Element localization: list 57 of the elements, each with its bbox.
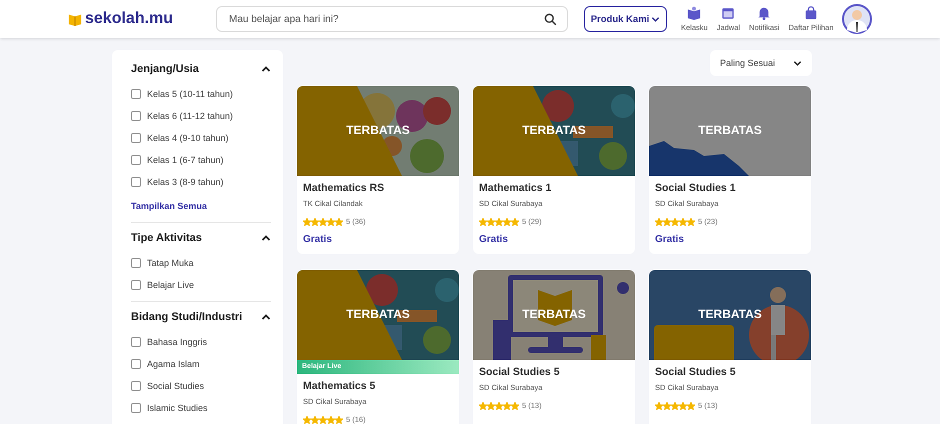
chevron-icon[interactable] <box>261 64 271 74</box>
sort-dropdown[interactable]: Paling Sesuai <box>710 50 812 76</box>
checkbox[interactable] <box>131 280 141 290</box>
option-label: Social Studies <box>147 381 204 391</box>
restricted-label: TERBATAS <box>521 307 587 321</box>
course-title: Social Studies 5 <box>479 366 561 378</box>
checkbox[interactable] <box>131 155 141 165</box>
chevron-down-icon <box>793 58 802 68</box>
option-label: Bahasa Inggris <box>147 337 208 347</box>
calendar-icon <box>721 6 736 20</box>
option-label: Kelas 4 (9-10 tahun) <box>147 133 229 143</box>
checkbox[interactable] <box>131 111 141 121</box>
option-label: Kelas 5 (10-11 tahun) <box>147 89 233 99</box>
option-label: Kelas 6 (11-12 tahun) <box>147 111 233 121</box>
option-label: Kelas 3 (8-9 tahun) <box>147 177 224 187</box>
option-label: Tatap Muka <box>147 258 194 268</box>
chevron-down-icon <box>651 14 660 24</box>
price: Gratis <box>655 234 685 245</box>
option-label: Kelas 1 (6-7 tahun) <box>147 155 224 165</box>
option-label: Islamic Studies <box>147 403 208 413</box>
checkbox[interactable] <box>131 381 141 391</box>
avatar-icon[interactable] <box>842 4 872 34</box>
filter-title: Bidang Studi/Industri <box>131 311 242 323</box>
product-menu-button[interactable]: Produk Kami <box>584 6 667 32</box>
filter-title: Jenjang/Usia <box>131 63 199 75</box>
checkbox[interactable] <box>131 133 141 143</box>
restricted-label: TERBATAS <box>345 307 411 321</box>
checkbox[interactable] <box>131 359 141 369</box>
checkbox[interactable] <box>131 258 141 268</box>
checkbox[interactable] <box>131 337 141 347</box>
price: Gratis <box>479 234 509 245</box>
option-label: Belajar Live <box>147 280 194 290</box>
show-all-link[interactable]: Tampilkan Semua <box>131 201 271 211</box>
bag-icon <box>804 6 818 20</box>
course-title: Mathematics RS <box>303 182 386 194</box>
course-title: Mathematics 1 <box>479 182 552 194</box>
search-icon[interactable] <box>544 12 557 26</box>
bell-icon <box>757 6 772 20</box>
chevron-icon[interactable] <box>261 233 271 243</box>
restricted-label: TERBATAS <box>697 123 763 137</box>
course-title: Social Studies 1 <box>655 182 737 194</box>
price: Gratis <box>303 234 333 245</box>
book-logo-icon <box>68 12 82 26</box>
restricted-label: TERBATAS <box>697 307 763 321</box>
checkbox[interactable] <box>131 177 141 187</box>
chevron-icon[interactable] <box>261 312 271 322</box>
logo-text[interactable]: sekolah.mu <box>85 10 174 28</box>
checkbox[interactable] <box>131 403 141 413</box>
course-title: Social Studies 5 <box>655 366 737 378</box>
course-title: Mathematics 5 <box>303 380 376 392</box>
book-icon <box>687 6 702 20</box>
search-field[interactable]: Mau belajar apa hari ini? <box>216 6 568 32</box>
restricted-label: TERBATAS <box>521 123 587 137</box>
restricted-label: TERBATAS <box>345 123 411 137</box>
checkbox[interactable] <box>131 89 141 99</box>
filter-title: Tipe Aktivitas <box>131 232 202 244</box>
option-label: Agama Islam <box>147 359 200 369</box>
